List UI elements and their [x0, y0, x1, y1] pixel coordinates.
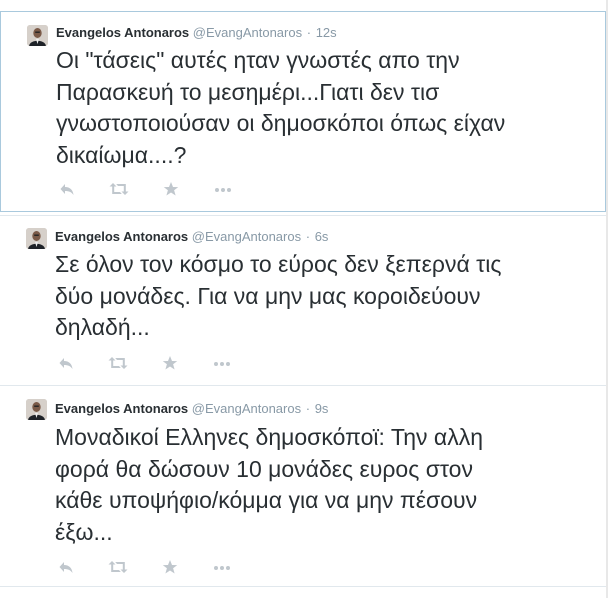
author-username[interactable]: @EvangAntonaros [192, 401, 301, 416]
tweet-timestamp[interactable]: 6s [315, 229, 329, 244]
retweet-icon[interactable] [109, 181, 129, 197]
avatar[interactable] [26, 399, 47, 420]
tweet-text: Σε όλον τον κόσμο το εύρος δεν ξεπερνά τ… [55, 249, 575, 344]
timeline-divider [0, 586, 606, 587]
tweet-text-line: Παρασκευή το μεσημέρι...Γιατι δεν τισ [56, 78, 440, 105]
author-username[interactable]: @EvangAntonaros [193, 25, 302, 40]
more-options-icon[interactable] [213, 181, 233, 197]
tweet-text-line: φορά θα δώσουν 10 μονάδες ευρος στον [55, 455, 473, 482]
avatar[interactable] [26, 228, 47, 249]
tweet-text-line: Σε όλον τον κόσμο το εύρος δεν ξεπερνά τ… [55, 251, 502, 277]
retweet-icon[interactable] [108, 355, 128, 371]
author-name[interactable]: Evangelos Antonaros [56, 25, 189, 40]
tweet-timestamp[interactable]: 12s [316, 25, 337, 40]
tweet[interactable]: Evangelos Antonaros @EvangAntonaros · 9s… [0, 385, 606, 586]
tweet-timestamp[interactable]: 9s [315, 401, 329, 416]
tweet-text-line: γνωστοποιούσαν οι δημοσκόποι όπως είχαν [56, 110, 506, 136]
tweet-text-line: δύο μονάδες. Για να μην μας κοροιδεύουν [55, 282, 481, 309]
separator-dot: · [305, 401, 311, 416]
author-username[interactable]: @EvangAntonaros [192, 229, 301, 244]
separator-dot: · [306, 25, 312, 40]
more-options-icon[interactable] [212, 559, 232, 575]
tweet-text: Μοναδικοί Ελληνες δημοσκόποϊ: Την αλλη φ… [55, 422, 575, 548]
more-options-icon[interactable] [212, 355, 232, 371]
tweet-text: Οι "τάσεις" αυτές ηταν γνωστές απο την Π… [56, 45, 576, 171]
favorite-star-icon[interactable] [162, 559, 182, 575]
favorite-star-icon[interactable] [162, 355, 182, 371]
tweet-text-line: δικαίωμα....? [56, 141, 187, 168]
avatar[interactable] [27, 25, 48, 46]
tweet[interactable]: Evangelos Antonaros @EvangAntonaros · 6s… [0, 215, 606, 385]
tweet-header: Evangelos Antonaros @EvangAntonaros · 9s [55, 401, 328, 417]
tweet-text-line: Οι "τάσεις" αυτές ηταν γνωστές απο την [56, 47, 460, 73]
tweet[interactable]: Evangelos Antonaros @EvangAntonaros · 12… [0, 11, 606, 212]
retweet-icon[interactable] [108, 559, 128, 575]
tweet-header: Evangelos Antonaros @EvangAntonaros · 6s [55, 229, 328, 245]
tweet-header: Evangelos Antonaros @EvangAntonaros · 12… [56, 25, 337, 41]
tweet-text-line: Μοναδικοί Ελληνες δημοσκόποϊ: Την αλλη [55, 424, 483, 450]
author-name[interactable]: Evangelos Antonaros [55, 229, 188, 244]
reply-icon[interactable] [59, 181, 79, 197]
tweet-text-line: δηλαδή... [55, 314, 150, 340]
reply-icon[interactable] [58, 355, 78, 371]
reply-icon[interactable] [58, 559, 78, 575]
favorite-star-icon[interactable] [163, 181, 183, 197]
tweet-text-line: κάθε υποψήφιο/κόμμα για να μην πέσουν [55, 487, 478, 513]
tweet-text-line: έξω... [55, 518, 113, 545]
author-name[interactable]: Evangelos Antonaros [55, 401, 188, 416]
separator-dot: · [305, 229, 311, 244]
